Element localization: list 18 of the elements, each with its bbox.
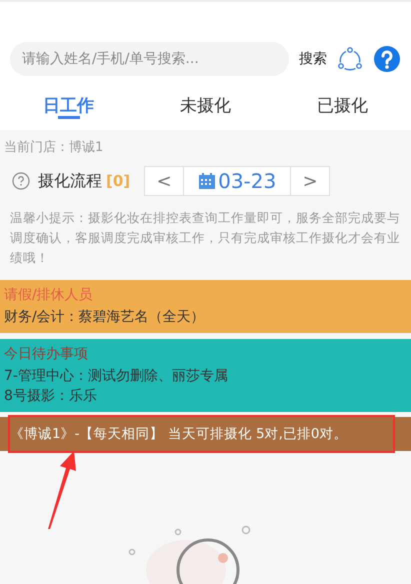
current-store: 当前门店：博诚1 bbox=[3, 139, 104, 157]
search-field[interactable]: 请输入姓名/手机/单号搜索... bbox=[10, 42, 289, 76]
search-button[interactable]: 搜索 bbox=[299, 50, 327, 68]
calendar-icon bbox=[198, 172, 216, 190]
flow-title: 摄化流程 bbox=[38, 170, 102, 192]
tip-text: 温馨小提示：摄影化妆在排控表查询工作量即可，服务全部完成要与调度确认，客服调度完成审核工作，只有完成审核工作摄化才会有业绩哦！ bbox=[9, 209, 401, 267]
tab[interactable]: 未摄化 bbox=[180, 86, 231, 122]
flow-count: [0] bbox=[106, 172, 130, 190]
panel-line: 8号摄影：乐乐 bbox=[4, 386, 98, 406]
tab[interactable]: 已摄化 bbox=[317, 86, 368, 122]
panel-title: 请假/排休人员 bbox=[4, 286, 94, 305]
notice-text: 《博诚1》-【每天相同】 当天可排摄化 5对,已排0对。 bbox=[10, 425, 348, 444]
help-icon[interactable] bbox=[12, 172, 30, 190]
share-icon[interactable] bbox=[337, 46, 363, 72]
panel-line: 7-管理中心：测试勿删除、丽莎专属 bbox=[4, 367, 229, 386]
panel-line: 财务/会计：蔡碧海艺名（全天） bbox=[4, 308, 206, 327]
help-icon[interactable] bbox=[373, 45, 401, 73]
panel-title: 今日待办事项 bbox=[4, 345, 89, 364]
